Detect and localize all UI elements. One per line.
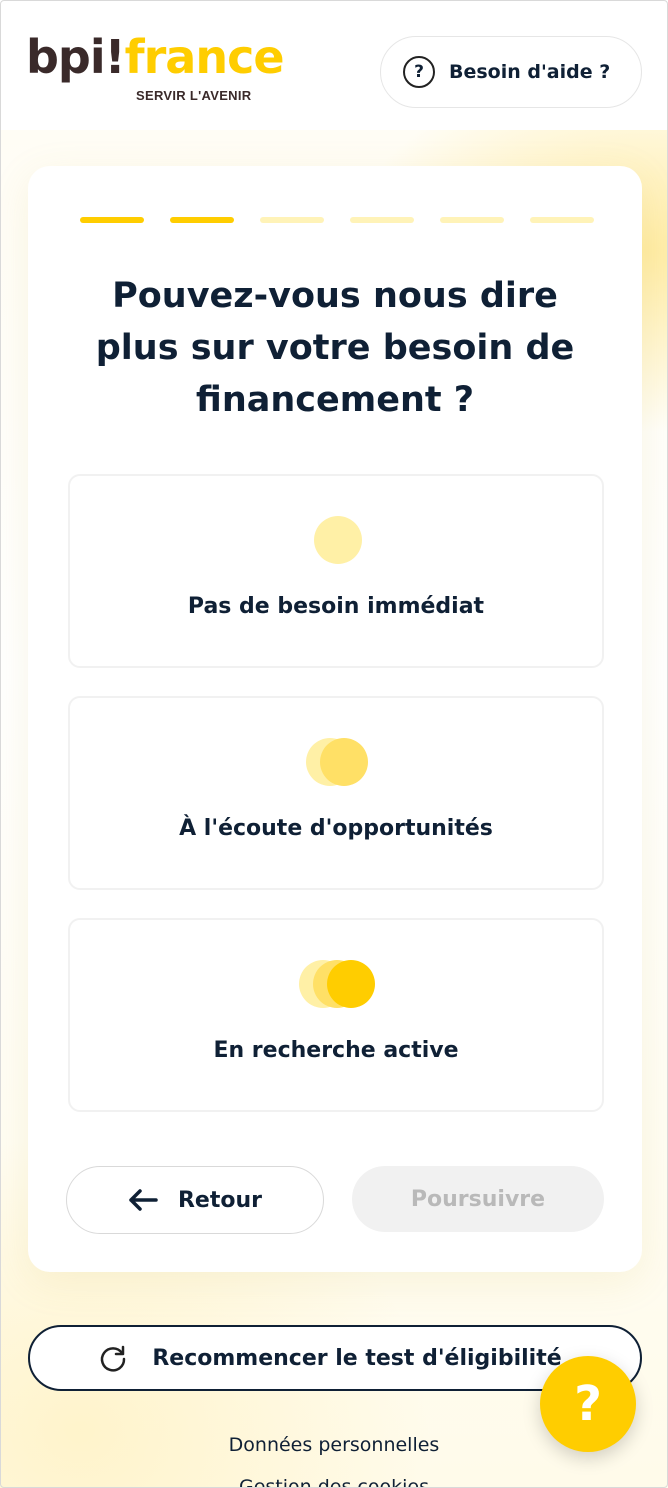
- progress-step-1: [80, 217, 144, 223]
- arrow-left-icon: [129, 1189, 158, 1211]
- logo-bpi: bpi: [26, 30, 106, 84]
- question-circle-icon: ?: [403, 56, 435, 88]
- option-label: Pas de besoin immédiat: [187, 594, 485, 619]
- logo-wordmark: bpi!france: [26, 34, 285, 80]
- question-title: Pouvez-vous nous dire plus sur votre bes…: [95, 276, 575, 420]
- logo-exclamation: !: [104, 30, 126, 84]
- help-icon: ?: [574, 1376, 602, 1432]
- progress-bar: [80, 217, 594, 223]
- back-button-label: Retour: [177, 1187, 262, 1213]
- option-pas-de-besoin[interactable]: Pas de besoin immédiat: [68, 474, 604, 668]
- logo-tagline: SERVIR L'AVENIR: [136, 88, 252, 103]
- help-button[interactable]: ? Besoin d'aide ?: [380, 36, 642, 108]
- three-dots-icon: [70, 960, 602, 1010]
- refresh-icon: [101, 1345, 126, 1372]
- continue-button[interactable]: Poursuivre: [352, 1166, 604, 1232]
- progress-step-5: [440, 217, 504, 223]
- option-label: En recherche active: [213, 1038, 459, 1063]
- bpifrance-logo[interactable]: bpi!france SERVIR L'AVENIR: [26, 34, 285, 106]
- progress-step-6: [530, 217, 594, 223]
- one-dot-icon: [70, 516, 602, 566]
- option-recherche-active[interactable]: En recherche active: [68, 918, 604, 1112]
- back-button[interactable]: Retour: [66, 1166, 324, 1234]
- cookies-link[interactable]: Gestion des cookies: [0, 1476, 668, 1488]
- continue-button-label: Poursuivre: [410, 1186, 546, 1212]
- help-button-label: Besoin d'aide ?: [449, 61, 611, 83]
- progress-step-2: [170, 217, 234, 223]
- two-dots-icon: [70, 738, 602, 788]
- logo-france: france: [124, 30, 285, 84]
- question-card: Pouvez-vous nous dire plus sur votre bes…: [28, 166, 642, 1272]
- progress-step-3: [260, 217, 324, 223]
- site-header: bpi!france SERVIR L'AVENIR ? Besoin d'ai…: [0, 0, 668, 130]
- help-fab[interactable]: ?: [540, 1356, 636, 1452]
- restart-test-label: Recommencer le test d'éligibilité: [152, 1345, 562, 1371]
- option-a-l-ecoute[interactable]: À l'écoute d'opportunités: [68, 696, 604, 890]
- progress-step-4: [350, 217, 414, 223]
- option-label: À l'écoute d'opportunités: [179, 816, 493, 841]
